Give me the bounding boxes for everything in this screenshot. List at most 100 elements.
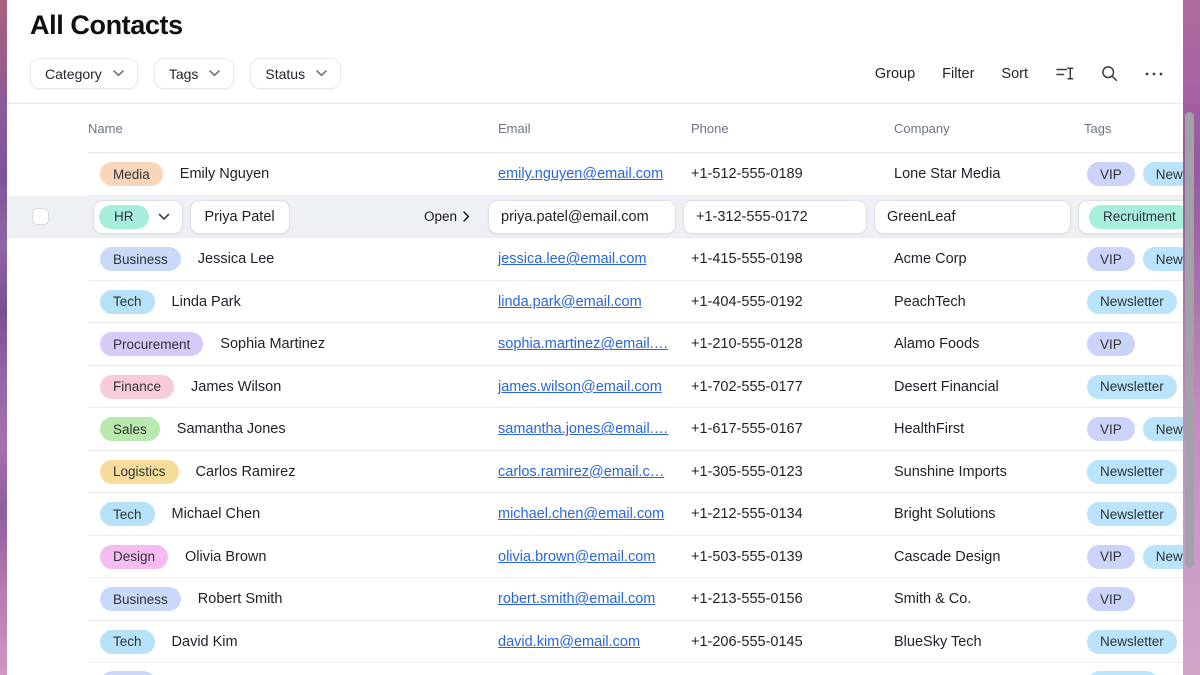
tags-cell: Newsletter <box>1084 375 1183 399</box>
name-cell: Business Robert Smith <box>88 587 498 611</box>
email-cell: emily.nguyen@email.com <box>498 165 691 183</box>
phone-value: +1-503-555-0139 <box>691 549 894 565</box>
table-row[interactable]: Design Olivia Brown olivia.brown@email.c… <box>7 536 1183 579</box>
email-link[interactable]: samantha.jones@email.… <box>498 421 668 437</box>
email-field[interactable]: priya.patel@email.com <box>488 200 676 234</box>
category-dropdown[interactable]: HR <box>93 200 183 234</box>
tag-badge: Newsletter <box>1143 247 1183 271</box>
category-badge: Logistics <box>100 460 179 484</box>
tag-badge: VIP <box>1087 332 1135 356</box>
email-link[interactable]: james.wilson@email.com <box>498 379 662 395</box>
row-height-icon[interactable] <box>1055 65 1074 82</box>
email-cell: david.kim@email.com <box>498 633 691 651</box>
column-header[interactable]: Tags <box>1084 121 1183 136</box>
contact-name: Sophia Martinez <box>220 336 325 352</box>
filter-chip[interactable]: Category <box>30 58 138 89</box>
table-row[interactable]: Business Robert Smith robert.smith@email… <box>7 578 1183 621</box>
tag-badge: Newsletter <box>1143 545 1183 569</box>
filter-chip[interactable]: Tags <box>154 58 235 89</box>
sort-button[interactable]: Sort <box>1001 66 1028 82</box>
category-badge: Sales <box>100 417 160 441</box>
table-row[interactable]: Tech Linda Park linda.park@email.com +1-… <box>7 281 1183 324</box>
more-icon[interactable] <box>1145 72 1163 76</box>
phone-value: +1-415-555-0198 <box>691 251 894 267</box>
tags-cell: Newsletter <box>1084 290 1183 314</box>
tag-badge <box>1087 671 1159 675</box>
table-row[interactable]: Sales Samantha Jones samantha.jones@emai… <box>7 408 1183 451</box>
email-cell: michael.chen@email.com <box>498 505 691 523</box>
phone-value: +1-404-555-0192 <box>691 294 894 310</box>
category-badge: Business <box>100 587 181 611</box>
vertical-scrollbar[interactable] <box>1185 112 1194 568</box>
table-row[interactable]: Tech Michael Chen michael.chen@email.com… <box>7 493 1183 536</box>
tag-badge: VIP <box>1087 162 1135 186</box>
table-row[interactable]: Business Jessica Lee jessica.lee@email.c… <box>7 238 1183 281</box>
column-header[interactable]: Company <box>894 121 1084 136</box>
phone-value: +1-213-555-0156 <box>691 591 894 607</box>
category-badge: Tech <box>100 290 155 314</box>
tag-badge: Newsletter <box>1087 290 1177 314</box>
open-record-button[interactable]: Open <box>424 209 470 224</box>
tags-cell <box>1084 671 1183 675</box>
table-row[interactable]: Logistics Carlos Ramirez carlos.ramirez@… <box>7 451 1183 494</box>
email-cell: samantha.jones@email.… <box>498 420 691 438</box>
filter-chip[interactable]: Status <box>250 58 341 89</box>
tags-cell: VIPNewsletter <box>1084 545 1183 569</box>
company-field[interactable]: GreenLeaf <box>874 200 1071 234</box>
email-link[interactable]: linda.park@email.com <box>498 294 642 310</box>
partial-table-row[interactable] <box>7 663 1183 675</box>
company-value: Smith & Co. <box>894 591 1084 607</box>
phone-value: +1-212-555-0134 <box>691 506 894 522</box>
search-icon[interactable] <box>1101 65 1118 82</box>
email-link[interactable]: sophia.martinez@email.… <box>498 336 668 352</box>
contacts-table: NameEmailPhoneCompanyTags Media Emily Ng… <box>7 103 1183 675</box>
row-checkbox[interactable] <box>32 208 49 225</box>
selected-table-row[interactable]: HR Priya Patel Open priya.patel@email.co… <box>7 196 1183 239</box>
name-field[interactable]: Priya Patel <box>190 200 290 234</box>
tags-cell: Newsletter <box>1084 460 1183 484</box>
email-link[interactable]: olivia.brown@email.com <box>498 549 655 565</box>
group-button[interactable]: Group <box>875 66 915 82</box>
phone-field[interactable]: +1-312-555-0172 <box>683 200 867 234</box>
column-header[interactable]: Phone <box>691 121 894 136</box>
name-cell: Tech Linda Park <box>88 290 498 314</box>
column-header[interactable]: Name <box>88 121 498 136</box>
table-row[interactable]: Tech David Kim david.kim@email.com +1-20… <box>7 621 1183 664</box>
column-header[interactable]: Email <box>498 121 691 136</box>
open-label: Open <box>424 209 457 224</box>
chevron-down-icon <box>316 70 327 77</box>
company-value: Alamo Foods <box>894 336 1084 352</box>
contact-name: Emily Nguyen <box>180 166 269 182</box>
table-row[interactable]: Procurement Sophia Martinez sophia.marti… <box>7 323 1183 366</box>
category-badge: Business <box>100 247 181 271</box>
email-link[interactable]: emily.nguyen@email.com <box>498 166 663 182</box>
company-value: Cascade Design <box>894 549 1084 565</box>
phone-value: +1-617-555-0167 <box>691 421 894 437</box>
table-row[interactable]: Media Emily Nguyen emily.nguyen@email.co… <box>7 153 1183 196</box>
tag-badge: VIP <box>1087 417 1135 441</box>
tag-badge: Newsletter <box>1087 460 1177 484</box>
name-cell: Procurement Sophia Martinez <box>88 332 498 356</box>
phone-value: +1-210-555-0128 <box>691 336 894 352</box>
company-value: BlueSky Tech <box>894 634 1084 650</box>
email-link[interactable]: robert.smith@email.com <box>498 591 655 607</box>
name-cell: Logistics Carlos Ramirez <box>88 460 498 484</box>
email-link[interactable]: carlos.ramirez@email.c… <box>498 464 664 480</box>
name-cell: Tech Michael Chen <box>88 502 498 526</box>
email-link[interactable]: michael.chen@email.com <box>498 506 664 522</box>
tags-cell: Newsletter <box>1084 502 1183 526</box>
tags-field[interactable]: Recruitment <box>1078 200 1183 234</box>
filter-button[interactable]: Filter <box>942 66 974 82</box>
table-row[interactable]: Finance James Wilson james.wilson@email.… <box>7 366 1183 409</box>
name-cell: Tech David Kim <box>88 630 498 654</box>
category-badge: HR <box>99 205 149 229</box>
company-value: HealthFirst <box>894 421 1084 437</box>
tags-cell: VIPNewsletter <box>1084 417 1183 441</box>
contact-name: Robert Smith <box>198 591 283 607</box>
email-link[interactable]: jessica.lee@email.com <box>498 251 647 267</box>
tag-badge: Newsletter <box>1087 375 1177 399</box>
name-cell: Media Emily Nguyen <box>88 162 498 186</box>
contact-name: Linda Park <box>172 294 241 310</box>
chevron-down-icon <box>209 70 220 77</box>
email-link[interactable]: david.kim@email.com <box>498 634 640 650</box>
